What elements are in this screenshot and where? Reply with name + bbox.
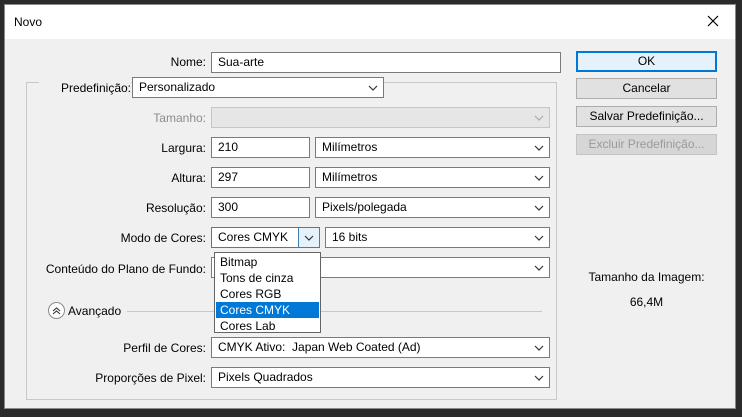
- size-select: [211, 107, 550, 128]
- color-profile-label: Perfil de Cores:: [123, 341, 206, 355]
- width-unit-value: Milímetros: [322, 140, 378, 154]
- resolution-input[interactable]: 300: [211, 197, 310, 218]
- chevron-down-icon: [534, 145, 544, 151]
- delete-preset-button: Excluir Predefinição...: [576, 134, 717, 155]
- image-size-label: Tamanho da Imagem:: [588, 270, 705, 284]
- save-preset-button[interactable]: Salvar Predefinição...: [576, 106, 717, 127]
- cancel-button[interactable]: Cancelar: [576, 78, 717, 99]
- size-label: Tamanho:: [153, 111, 206, 125]
- color-mode-label: Modo de Cores:: [120, 231, 206, 245]
- color-mode-select[interactable]: Cores CMYK: [211, 227, 320, 248]
- pixel-aspect-label: Proporções de Pixel:: [95, 371, 206, 385]
- chevron-down-icon: [368, 85, 378, 91]
- color-mode-option[interactable]: Cores Lab: [216, 318, 319, 334]
- chevron-down-icon: [304, 235, 314, 241]
- title-bar: Novo: [5, 5, 735, 39]
- name-input[interactable]: Sua-arte: [211, 52, 561, 73]
- bit-depth-value: 16 bits: [332, 230, 368, 244]
- close-button[interactable]: [691, 5, 735, 37]
- color-mode-option[interactable]: Cores RGB: [216, 286, 319, 302]
- color-profile-value: CMYK Ativo: Japan Web Coated (Ad): [218, 340, 421, 354]
- advanced-toggle-button[interactable]: [48, 302, 65, 319]
- color-mode-value: Cores CMYK: [218, 230, 289, 244]
- chevron-down-icon: [534, 345, 544, 351]
- width-unit-select[interactable]: Milímetros: [315, 137, 550, 158]
- chevron-up-icon: [52, 307, 61, 315]
- chevron-down-icon: [534, 175, 544, 181]
- resolution-label: Resolução:: [145, 201, 206, 215]
- advanced-label: Avançado: [68, 304, 122, 318]
- chevron-down-icon: [534, 235, 544, 241]
- color-mode-option[interactable]: Tons de cinza: [216, 270, 319, 286]
- color-mode-dropdown-list: Bitmap Tons de cinza Cores RGB Cores CMYK Co…: [214, 252, 321, 333]
- preset-value: Personalizado: [139, 80, 216, 94]
- name-label: Nome:: [170, 55, 206, 69]
- width-input[interactable]: 210: [211, 137, 310, 158]
- height-label: Altura:: [171, 171, 206, 185]
- image-size-value: 66,4M: [629, 295, 664, 309]
- height-unit-select[interactable]: Milímetros: [315, 167, 550, 188]
- window-title: Novo: [14, 15, 43, 29]
- color-mode-option[interactable]: Cores CMYK: [216, 302, 319, 318]
- preset-select[interactable]: Personalizado: [132, 77, 384, 98]
- color-mode-option[interactable]: Bitmap: [216, 254, 319, 270]
- bit-depth-select[interactable]: 16 bits: [325, 227, 550, 248]
- advanced-divider: [127, 311, 542, 312]
- ok-button[interactable]: OK: [576, 51, 717, 72]
- resolution-unit-select[interactable]: Pixels/polegada: [315, 197, 550, 218]
- preset-label: Predefinição:: [39, 80, 131, 96]
- background-contents-label: Conteúdo do Plano de Fundo:: [45, 262, 206, 276]
- color-profile-select[interactable]: CMYK Ativo: Japan Web Coated (Ad): [211, 337, 550, 358]
- chevron-down-icon: [534, 115, 544, 121]
- new-document-dialog: Novo Nome: Sua-arte Predefinição: Person…: [4, 4, 736, 409]
- height-input[interactable]: 297: [211, 167, 310, 188]
- pixel-aspect-select[interactable]: Pixels Quadrados: [211, 367, 550, 388]
- close-icon: [707, 15, 719, 27]
- chevron-down-icon: [534, 205, 544, 211]
- width-label: Largura:: [161, 141, 206, 155]
- height-unit-value: Milímetros: [322, 170, 378, 184]
- chevron-down-icon: [534, 265, 544, 271]
- chevron-down-icon: [534, 375, 544, 381]
- resolution-unit-value: Pixels/polegada: [322, 200, 407, 214]
- pixel-aspect-value: Pixels Quadrados: [218, 370, 313, 384]
